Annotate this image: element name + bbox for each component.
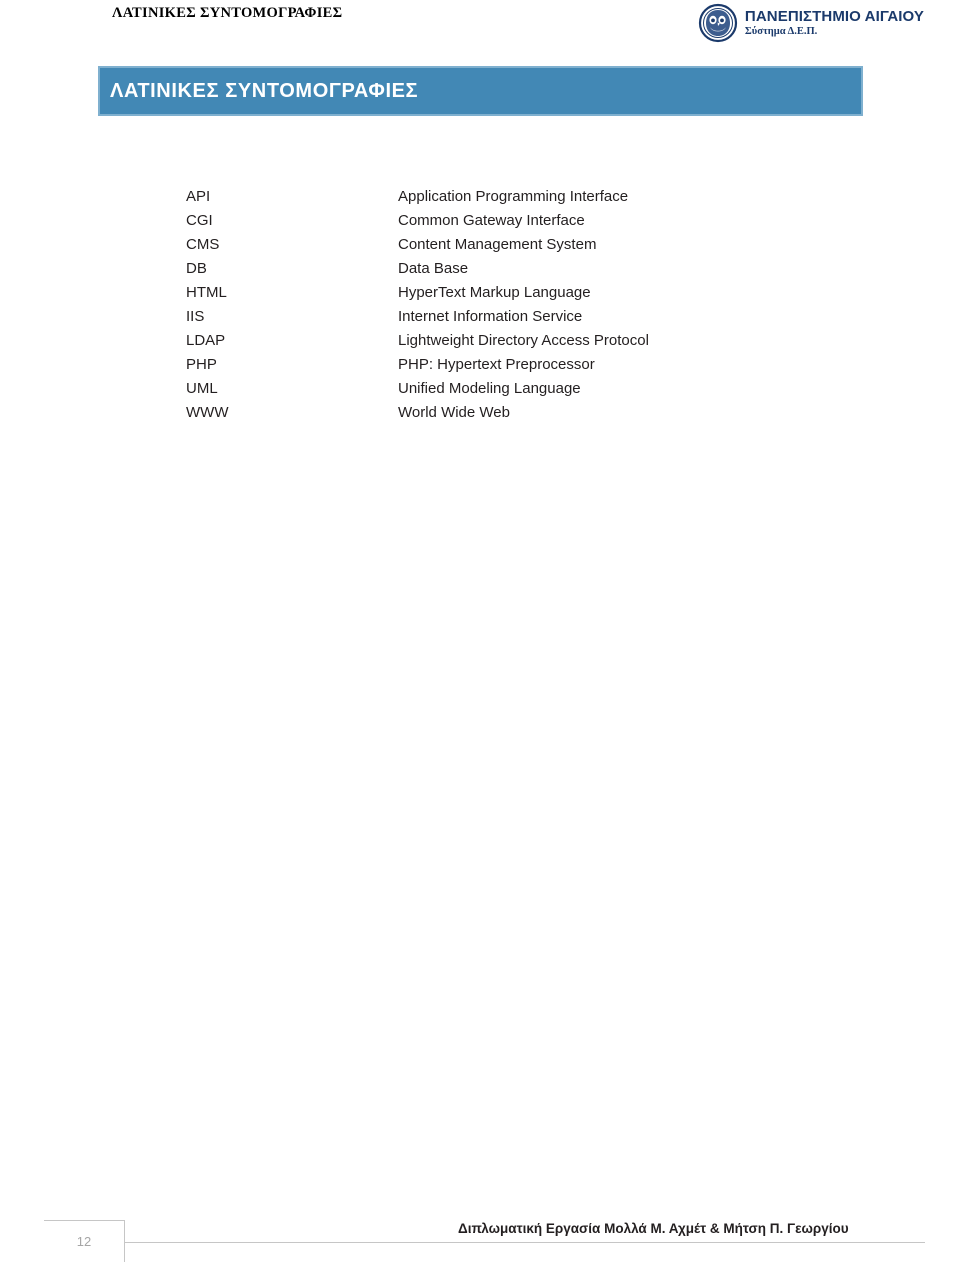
abbreviation-definition: Internet Information Service — [398, 308, 583, 325]
abbreviation-term: LDAP — [186, 332, 226, 349]
list-item: PHP PHP: Hypertext Preprocessor — [186, 353, 886, 377]
abbreviation-definition: World Wide Web — [398, 404, 510, 421]
abbreviation-term: UML — [186, 380, 218, 397]
document-page: ΛΑΤΙΝΙΚΕΣ ΣΥΝΤΟΜΟΓΡΑΦΙΕΣ ΠΑΝΕΠΙΣΤΗΜΙΟ ΑΙ… — [0, 0, 960, 1266]
university-logo-line1: ΠΑΝΕΠΙΣΤΗΜΙΟ ΑΙΓΑΙΟΥ — [744, 8, 924, 26]
university-logo-line2: Σύστημα Δ.Ε.Π. — [744, 25, 818, 37]
abbreviation-term: IIS — [186, 308, 205, 325]
abbreviation-definition: Application Programming Interface — [398, 188, 629, 205]
list-item: IIS Internet Information Service — [186, 305, 886, 329]
abbreviation-definition: Common Gateway Interface — [398, 212, 585, 229]
list-item: API Application Programming Interface — [186, 185, 886, 209]
list-item: WWW World Wide Web — [186, 401, 886, 425]
running-header-title: ΛΑΤΙΝΙΚΕΣ ΣΥΝΤΟΜΟΓΡΑΦΙΕΣ — [112, 5, 343, 21]
footer-divider — [125, 1242, 925, 1243]
university-logo: ΠΑΝΕΠΙΣΤΗΜΙΟ ΑΙΓΑΙΟΥ Σύστημα Δ.Ε.Π. — [697, 2, 924, 44]
abbreviation-definition: Content Management System — [398, 236, 597, 253]
abbreviation-definition: Data Base — [398, 260, 469, 277]
list-item: DB Data Base — [186, 257, 886, 281]
list-item: HTML HyperText Markup Language — [186, 281, 886, 305]
list-item: CGI Common Gateway Interface — [186, 209, 886, 233]
abbreviation-definition: Lightweight Directory Access Protocol — [398, 332, 649, 349]
list-item: LDAP Lightweight Directory Access Protoc… — [186, 329, 886, 353]
abbreviation-term: PHP — [186, 356, 217, 373]
abbreviation-definition: PHP: Hypertext Preprocessor — [398, 356, 595, 373]
abbreviation-term: API — [186, 188, 211, 205]
page-number: 12 — [76, 1234, 92, 1249]
abbreviation-term: WWW — [186, 404, 229, 421]
page-number-box: 12 — [44, 1220, 125, 1262]
aegean-owl-emblem-icon — [697, 2, 741, 44]
abbreviation-definition: HyperText Markup Language — [398, 284, 591, 301]
list-item: CMS Content Management System — [186, 233, 886, 257]
section-title-banner: ΛΑΤΙΝΙΚΕΣ ΣΥΝΤΟΜΟΓΡΑΦΙΕΣ — [98, 66, 863, 116]
section-title: ΛΑΤΙΝΙΚΕΣ ΣΥΝΤΟΜΟΓΡΑΦΙΕΣ — [110, 79, 419, 102]
abbreviation-list: API Application Programming Interface CG… — [186, 185, 886, 425]
running-header: ΛΑΤΙΝΙΚΕΣ ΣΥΝΤΟΜΟΓΡΑΦΙΕΣ ΠΑΝΕΠΙΣΤΗΜΙΟ ΑΙ… — [0, 0, 960, 58]
abbreviation-term: CGI — [186, 212, 213, 229]
footer-caption: Διπλωματική Εργασία Μολλά Μ. Αχμέτ & Μήτ… — [458, 1221, 849, 1236]
abbreviation-term: HTML — [186, 284, 227, 301]
abbreviation-definition: Unified Modeling Language — [398, 380, 581, 397]
university-logo-text: ΠΑΝΕΠΙΣΤΗΜΙΟ ΑΙΓΑΙΟΥ Σύστημα Δ.Ε.Π. — [745, 9, 924, 37]
abbreviation-term: CMS — [186, 236, 220, 253]
abbreviation-term: DB — [186, 260, 207, 277]
list-item: UML Unified Modeling Language — [186, 377, 886, 401]
page-footer: 12 Διπλωματική Εργασία Μολλά Μ. Αχμέτ & … — [0, 1200, 960, 1266]
